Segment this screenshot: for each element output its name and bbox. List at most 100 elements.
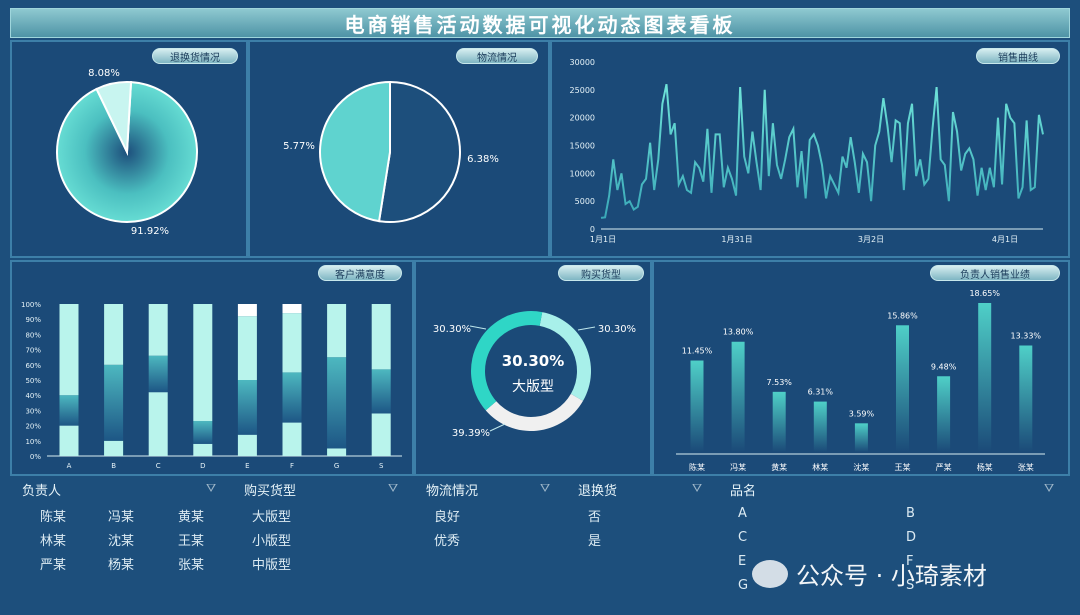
wechat-icon	[752, 559, 788, 588]
slicer-item[interactable]: C	[738, 530, 747, 545]
satisfaction-bar-segment	[193, 421, 213, 444]
person-bar	[772, 391, 786, 452]
slicer-item[interactable]: 严某	[40, 554, 66, 573]
slicer-header: 退换货	[578, 484, 618, 499]
satisfaction-xtick: S	[379, 462, 384, 470]
person-bar-label: 11.45%	[682, 347, 713, 356]
sales-ytick: 20000	[570, 114, 595, 123]
satisfaction-bar-segment	[371, 304, 391, 370]
satisfaction-xtick: F	[290, 462, 294, 470]
satisfaction-bar-segment	[282, 304, 302, 314]
satisfaction-ytick: 30%	[25, 407, 41, 415]
person-bar	[937, 376, 951, 452]
returns-pie-chart: 8.08% 91.92%	[56, 68, 198, 237]
satisfaction-bar-segment	[148, 392, 168, 456]
slicer-item[interactable]: 是	[588, 530, 601, 549]
person-xtick: 严某	[936, 463, 952, 472]
sales-ytick: 25000	[570, 86, 595, 95]
satisfaction-bar-segment	[327, 357, 347, 449]
slicer-1: 购买货型 ⛛ 大版型小版型中版型	[232, 476, 402, 608]
satisfaction-bar-segment	[148, 304, 168, 356]
person-xtick: 张某	[1018, 463, 1034, 472]
satisfaction-ytick: 70%	[25, 347, 41, 355]
returns-label-minor: 8.08%	[88, 68, 120, 79]
logistics-label-right: 6.38%	[467, 154, 499, 165]
logistics-label-left: 5.77%	[283, 141, 315, 152]
purchase-leader-line	[469, 325, 487, 330]
slicer-2: 物流情况 ⛛ 良好 优秀	[414, 476, 564, 608]
person-bar	[731, 341, 745, 452]
slicer-item[interactable]: 优秀	[434, 530, 460, 549]
slicer-item[interactable]: 杨某	[108, 554, 134, 573]
satisfaction-ytick: 90%	[25, 316, 41, 324]
person-xtick: 陈某	[689, 462, 705, 472]
slicer-item[interactable]: D	[906, 530, 916, 545]
person-bar-label: 3.59%	[849, 409, 875, 418]
slicer-item[interactable]: 小版型	[252, 530, 291, 549]
slicer-0: 负责人 ⛛ 陈某 冯某 黄某林某 沈某 王某严某 杨某 张某	[10, 476, 232, 608]
satisfaction-bar-segment	[282, 372, 302, 423]
person-bar-label: 6.31%	[808, 388, 834, 397]
satisfaction-bar-segment	[193, 304, 213, 422]
satisfaction-bar-segment	[371, 369, 391, 414]
clear-filter-icon[interactable]: ⛛	[388, 481, 398, 496]
slicer-item[interactable]: 黄某	[178, 506, 204, 525]
person-bar	[896, 325, 909, 452]
slicer-item[interactable]: B	[906, 506, 915, 521]
person-bar	[1019, 345, 1033, 452]
purchase-donut-slice	[485, 393, 584, 431]
purchase-label: 39.39%	[452, 428, 490, 439]
watermark-text: 公众号 · 小琦素材	[796, 562, 987, 590]
satisfaction-bar-segment	[237, 380, 257, 435]
sales-xtick: 1月31日	[721, 235, 752, 244]
logistics-slice-right	[377, 80, 461, 223]
satisfaction-bar-segment	[59, 425, 79, 456]
slicer-item[interactable]: 良好	[434, 506, 460, 525]
slicer-item[interactable]: 大版型	[252, 506, 291, 525]
slicer-item[interactable]: 张某	[178, 554, 204, 573]
satisfaction-ytick: 40%	[25, 392, 41, 400]
person-xtick: 黄某	[771, 462, 787, 472]
sales-xtick: 1月1日	[590, 235, 616, 244]
slicer-header: 负责人	[22, 484, 62, 499]
slicer-item[interactable]: 中版型	[252, 554, 291, 573]
slicer-item[interactable]: E	[738, 554, 746, 569]
person-bar	[978, 303, 992, 452]
person-bar-label: 7.53%	[766, 378, 792, 387]
slicer-item[interactable]: 冯某	[108, 506, 134, 525]
sales-ytick: 10000	[570, 169, 595, 178]
slicer-header: 品名	[730, 484, 757, 499]
person-bar	[690, 360, 704, 452]
logistics-slice-left	[319, 80, 391, 223]
slicer-item[interactable]: 林某	[40, 530, 66, 549]
person-bar-label: 13.80%	[723, 328, 754, 337]
person-bar-label: 13.33%	[1011, 332, 1042, 341]
satisfaction-bar-segment	[104, 304, 124, 365]
person-bar-label: 18.65%	[969, 289, 1000, 298]
clear-filter-icon[interactable]: ⛛	[692, 481, 702, 496]
satisfaction-bar-segment	[237, 434, 257, 456]
slicer-item[interactable]: 否	[588, 506, 601, 525]
person-xtick: 冯某	[730, 463, 746, 472]
sales-line-chart: 0 5000 10000 15000 20000 25000 30000 1月1日 1月31日 3…	[570, 58, 1044, 244]
sales-ytick: 0	[590, 225, 595, 234]
slicer-item[interactable]: 陈某	[40, 506, 66, 525]
sales-xtick: 4月1日	[992, 235, 1018, 244]
satisfaction-ytick: 100%	[21, 301, 41, 309]
clear-filter-icon[interactable]: ⛛	[206, 481, 216, 496]
slicer-item[interactable]: G	[738, 578, 748, 593]
person-xtick: 沈某	[853, 462, 869, 472]
slicer-header: 购买货型	[244, 484, 297, 499]
satisfaction-bar-segment	[59, 304, 79, 396]
clear-filter-icon[interactable]: ⛛	[540, 481, 550, 496]
slicer-item[interactable]: 沈某	[108, 530, 134, 549]
sales-line	[600, 84, 1044, 219]
slicer-item[interactable]: A	[738, 506, 747, 521]
returns-label-major: 91.92%	[131, 226, 169, 237]
satisfaction-xtick: G	[334, 462, 339, 470]
person-bar	[854, 423, 868, 452]
clear-filter-icon[interactable]: ⛛	[1044, 481, 1054, 496]
slicer-item[interactable]: 王某	[178, 530, 204, 549]
satisfaction-bar-segment	[237, 316, 257, 380]
satisfaction-bar-segment	[104, 440, 124, 456]
